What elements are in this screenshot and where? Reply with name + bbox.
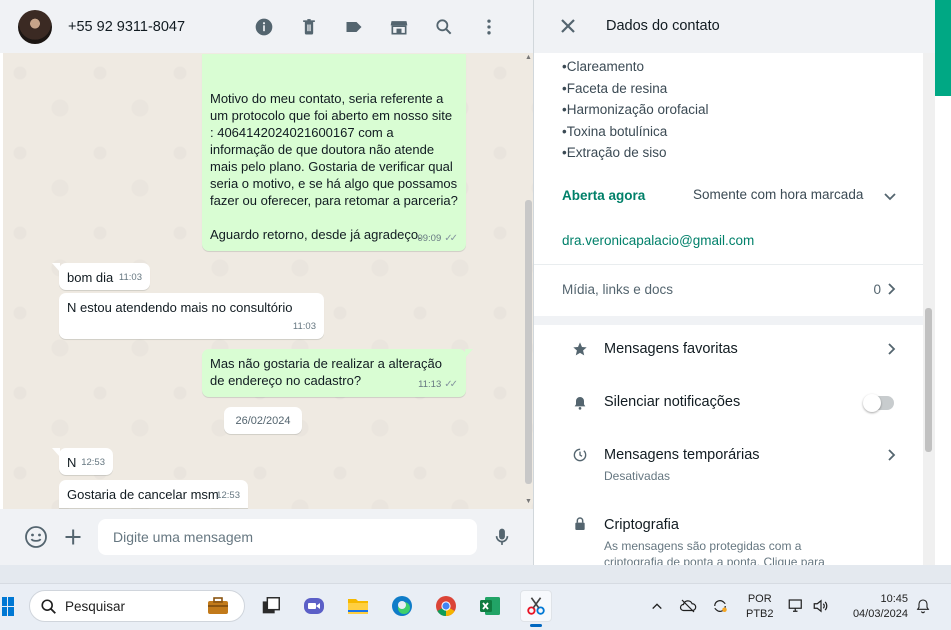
message-incoming[interactable]: Gostaria de cancelar msm 12:53 bbox=[59, 480, 248, 508]
clock-date: 04/03/2024 bbox=[852, 608, 908, 620]
chat-header: +55 92 9311-8047 bbox=[0, 0, 534, 53]
sync-icon[interactable] bbox=[711, 597, 729, 615]
language-indicator[interactable]: POR PTB2 bbox=[746, 592, 774, 622]
chevron-down-icon[interactable] bbox=[883, 189, 897, 201]
microphone-icon[interactable] bbox=[492, 525, 512, 549]
message-text: bom dia bbox=[67, 270, 114, 285]
double-check-icon: ✓✓ bbox=[444, 379, 458, 390]
message-time: 12:53 bbox=[216, 490, 240, 501]
message-incoming[interactable]: N 12:53 bbox=[52, 448, 113, 475]
file-explorer-icon[interactable] bbox=[342, 590, 374, 622]
message-input[interactable] bbox=[98, 519, 477, 555]
message-time: 11:03 bbox=[292, 321, 316, 332]
start-icon[interactable] bbox=[2, 597, 14, 617]
double-check-icon: ✓✓ bbox=[444, 233, 458, 244]
store-icon[interactable] bbox=[376, 0, 421, 53]
contact-info-title: Dados do contato bbox=[606, 18, 720, 34]
system-clock[interactable]: 10:45 04/03/2024 bbox=[846, 592, 908, 622]
chevron-right-icon bbox=[887, 448, 897, 462]
chrome-icon[interactable] bbox=[430, 590, 462, 622]
search-icon bbox=[40, 598, 58, 619]
chat-header-actions bbox=[241, 0, 511, 53]
message-text: N estou atendendo mais no consultório bbox=[67, 300, 293, 315]
contact-info-body: •Clareamento •Faceta de resina •Harmoniz… bbox=[534, 53, 923, 565]
volume-icon[interactable] bbox=[812, 597, 830, 615]
chevron-up-icon[interactable] bbox=[648, 597, 666, 615]
search-placeholder: Pesquisar bbox=[65, 599, 126, 614]
edge-icon[interactable] bbox=[386, 590, 418, 622]
message-incoming[interactable]: bom dia 11:03 bbox=[52, 263, 150, 290]
message-composer bbox=[0, 509, 534, 565]
row-label: Mensagens temporárias bbox=[604, 447, 760, 463]
chat-scrollbar-thumb[interactable] bbox=[525, 200, 532, 484]
chevron-right-icon[interactable] bbox=[887, 282, 897, 296]
message-time: 09:09 bbox=[417, 233, 442, 244]
lock-icon bbox=[572, 516, 588, 532]
search-icon[interactable] bbox=[421, 0, 466, 53]
row-sublabel: As mensagens são protegidas com a cripto… bbox=[604, 539, 825, 565]
message-text: Motivo do meu contato, seria referente a… bbox=[210, 91, 458, 242]
business-info-card: •Clareamento •Faceta de resina •Harmoniz… bbox=[534, 53, 923, 316]
timer-icon bbox=[572, 447, 588, 463]
chevron-right-icon bbox=[887, 342, 897, 356]
display-icon[interactable] bbox=[787, 597, 805, 615]
plus-icon[interactable] bbox=[62, 526, 84, 548]
message-outgoing[interactable]: Motivo do meu contato, seria referente a… bbox=[202, 54, 466, 251]
scroll-down-arrow[interactable]: ▼ bbox=[525, 498, 532, 505]
scroll-up-arrow[interactable]: ▲ bbox=[525, 54, 532, 61]
excel-icon[interactable] bbox=[474, 590, 506, 622]
message-incoming[interactable]: N estou atendendo mais no consultório 11… bbox=[59, 293, 324, 339]
row-label: Mensagens favoritas bbox=[604, 341, 738, 357]
service-item: •Clareamento bbox=[562, 59, 645, 74]
row-label: Silenciar notificações bbox=[604, 394, 741, 410]
notification-bell-icon[interactable] bbox=[914, 597, 932, 615]
cloud-offline-icon[interactable] bbox=[679, 597, 697, 615]
contact-avatar[interactable] bbox=[18, 9, 52, 44]
message-time: 12:53 bbox=[81, 457, 105, 468]
info-icon[interactable] bbox=[241, 0, 286, 53]
teams-icon[interactable] bbox=[298, 590, 330, 622]
contact-email[interactable]: dra.veronicapalacio@gmail.com bbox=[562, 233, 754, 248]
clock-time: 10:45 bbox=[880, 593, 908, 605]
message-time: 11:03 bbox=[118, 272, 142, 283]
mute-toggle[interactable] bbox=[863, 394, 894, 412]
contact-settings-card: Mensagens favoritas Silenciar notificaçõ… bbox=[534, 325, 923, 565]
app-accent-strip bbox=[935, 0, 951, 96]
business-hours[interactable]: Somente com hora marcada bbox=[693, 187, 863, 202]
row-label: Criptografia bbox=[604, 517, 679, 533]
message-outgoing[interactable]: Mas não gostaria de realizar a alteração… bbox=[202, 349, 473, 397]
snipping-tool-icon[interactable] bbox=[520, 590, 552, 622]
row-sublabel: Desativadas bbox=[604, 469, 671, 483]
service-item: •Extração de siso bbox=[562, 145, 667, 160]
contact-name[interactable]: +55 92 9311-8047 bbox=[68, 19, 185, 35]
message-text: Gostaria de cancelar msm bbox=[67, 487, 219, 502]
taskbar-search[interactable]: Pesquisar bbox=[29, 590, 245, 622]
bell-icon bbox=[572, 395, 588, 411]
label-icon[interactable] bbox=[331, 0, 376, 53]
delete-icon[interactable] bbox=[286, 0, 331, 53]
close-icon[interactable] bbox=[558, 16, 578, 36]
service-item: •Faceta de resina bbox=[562, 81, 668, 96]
open-status: Aberta agora bbox=[562, 188, 646, 203]
message-time: 11:13 bbox=[418, 379, 442, 390]
info-scrollbar-thumb[interactable] bbox=[925, 308, 932, 452]
service-item: •Toxina botulínica bbox=[562, 124, 668, 139]
media-links-docs[interactable]: Mídia, links e docs bbox=[562, 282, 673, 297]
briefcase-icon bbox=[206, 596, 230, 616]
message-text: Mas não gostaria de realizar a alteração… bbox=[210, 356, 442, 388]
service-item: •Harmonização orofacial bbox=[562, 102, 709, 117]
media-count: 0 bbox=[873, 282, 881, 297]
date-separator: 26/02/2024 bbox=[224, 407, 302, 434]
emoji-icon[interactable] bbox=[24, 525, 48, 549]
task-view-icon[interactable] bbox=[255, 590, 287, 622]
menu-icon[interactable] bbox=[466, 0, 511, 53]
star-icon bbox=[572, 341, 588, 357]
message-text: N bbox=[67, 455, 77, 470]
contact-info-header: Dados do contato bbox=[534, 0, 935, 53]
